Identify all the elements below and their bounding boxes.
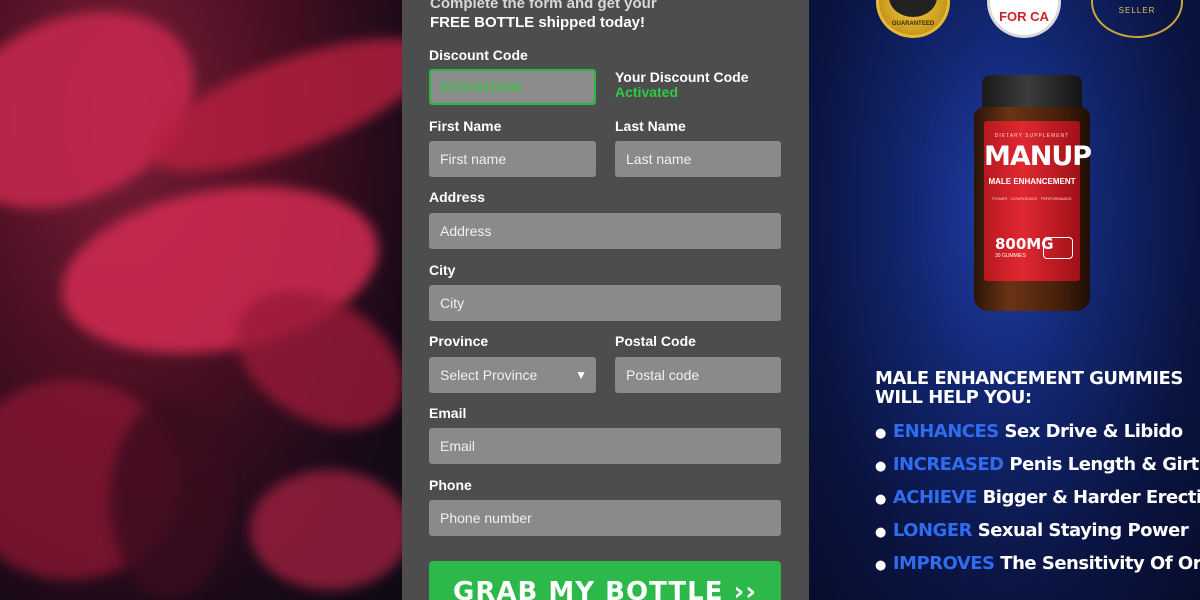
bullet-icon: ● — [875, 426, 886, 441]
seller-badge-text: SELLER — [1118, 6, 1156, 15]
chevron-down-icon: ▼ — [575, 368, 587, 382]
province-label: Province — [429, 333, 489, 349]
discount-status: Your Discount Code Activated — [615, 70, 749, 100]
canada-badge-icon: FOR CA — [987, 0, 1061, 38]
discount-status-title: Your Discount Code — [615, 69, 749, 85]
postal-code-input[interactable]: Postal code — [615, 357, 781, 393]
bullet-icon: ● — [875, 525, 886, 540]
bottle-seal-icon — [1043, 237, 1073, 259]
bullet-icon: ● — [875, 459, 886, 474]
postal-code-label: Postal Code — [615, 333, 696, 349]
email-label: Email — [429, 405, 467, 421]
canada-badge-text: FOR CA — [999, 9, 1049, 24]
first-name-input[interactable]: First name — [429, 141, 596, 177]
last-name-label: Last Name — [615, 118, 686, 134]
benefit-item: ● INCREASED Penis Length & Girth — [875, 454, 1200, 475]
order-form: Complete the form and get your FREE BOTT… — [402, 0, 809, 600]
discount-code-label: Discount Code — [429, 47, 528, 63]
benefit-item: ●ACHIEVE Bigger & Harder Erections — [875, 487, 1200, 508]
bottle-label: DIETARY SUPPLEMENT MANUP MALE ENHANCEMEN… — [984, 121, 1092, 281]
phone-input[interactable]: Phone number — [429, 500, 781, 536]
guarantee-badge-text: GUARANTEED — [891, 21, 935, 27]
last-name-input[interactable]: Last name — [615, 141, 781, 177]
first-name-label: First Name — [429, 118, 502, 134]
address-label: Address — [429, 189, 486, 205]
grab-my-bottle-button[interactable]: GRAB MY BOTTLE ›› — [429, 561, 781, 600]
bottle-tagline: POWER · CONFIDENCE · PERFORMANCE — [992, 196, 1072, 201]
address-input[interactable]: Address — [429, 213, 781, 249]
best-seller-badge-icon: SELLER — [1091, 0, 1183, 38]
bottle-small-text: DIETARY SUPPLEMENT — [994, 133, 1070, 139]
bullet-icon: ● — [875, 492, 886, 507]
province-select-value: Select Province — [440, 367, 538, 383]
hero-photo — [0, 0, 402, 600]
intro-line-2: FREE BOTTLE shipped today! — [430, 14, 646, 31]
intro-line-1: Complete the form and get your — [430, 0, 657, 12]
city-label: City — [429, 262, 456, 278]
benefits-list: ● ENHANCES Sex Drive & Libido ● INCREASED … — [875, 421, 1200, 586]
phone-label: Phone — [429, 477, 472, 493]
benefits-headline: MALE ENHANCEMENT GUMMIES WILL HELP YOU: — [875, 368, 1183, 408]
benefit-item: ●IMPROVES The Sensitivity Of Orgasm — [875, 553, 1200, 574]
discount-code-input[interactable]: BS31910296 — [429, 69, 596, 105]
discount-status-value: Activated — [615, 84, 679, 100]
guarantee-badge-icon: GUARANTEED — [876, 0, 950, 38]
bottle-count: 30 GUMMIES — [995, 253, 1026, 259]
form-intro: Complete the form and get your FREE BOTT… — [430, 0, 657, 32]
product-bottle-image: DIETARY SUPPLEMENT MANUP MALE ENHANCEMEN… — [974, 75, 1092, 311]
bottle-brand: MANUP — [984, 141, 1092, 172]
benefit-item: ● ENHANCES Sex Drive & Libido — [875, 421, 1183, 442]
bullet-icon: ● — [875, 558, 886, 573]
email-input[interactable]: Email — [429, 428, 781, 464]
city-input[interactable]: City — [429, 285, 781, 321]
benefit-item: ● LONGER Sexual Staying Power — [875, 520, 1189, 541]
province-select[interactable]: Select Province ▼ — [429, 357, 596, 393]
bottle-subtitle: MALE ENHANCEMENT — [988, 177, 1076, 186]
product-promo: GUARANTEED FOR CA SELLER DIETARY SUPPLEM… — [809, 0, 1200, 600]
